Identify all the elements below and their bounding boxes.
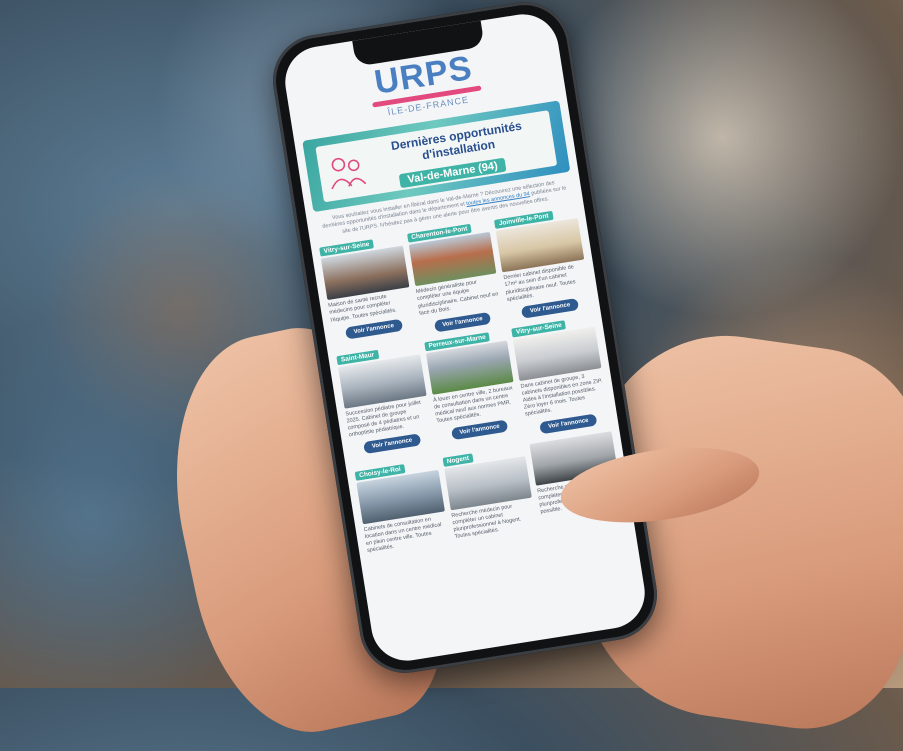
doctors-icon [331, 157, 367, 190]
view-listing-button[interactable]: Voir l'annonce [344, 318, 403, 340]
view-listing-button[interactable]: Voir l'annonce [450, 419, 509, 441]
view-listing-button[interactable]: Voir l'annonce [433, 311, 492, 333]
listing-card: Nogent Recherche médecin pour compléter … [442, 445, 537, 541]
banner-title: Dernières opportunités d'installation [390, 118, 523, 163]
listing-card: Perreux-sur-Marne À louer en centre vill… [423, 329, 523, 449]
listing-card: Saint-Maur Succession pédiatre pour juil… [336, 343, 435, 463]
view-listing-button[interactable]: Voir l'annonce [363, 433, 422, 455]
listing-card: Joinville-le-Pont Dernier cabinet dispon… [494, 207, 592, 320]
listing-card: Choisy-le-Roi Cabinets de consultation e… [354, 459, 450, 555]
view-listing-button[interactable]: Voir l'annonce [521, 297, 580, 319]
listing-card: Vitry-sur-Seine Maison de santé recrute … [319, 235, 417, 348]
listing-card: Vitry-sur-Seine Dans cabinet de groupe, … [511, 316, 610, 436]
view-listing-button[interactable]: Voir l'annonce [539, 413, 598, 434]
listing-card: Charenton-le-Pont Médecin généraliste po… [406, 221, 505, 334]
